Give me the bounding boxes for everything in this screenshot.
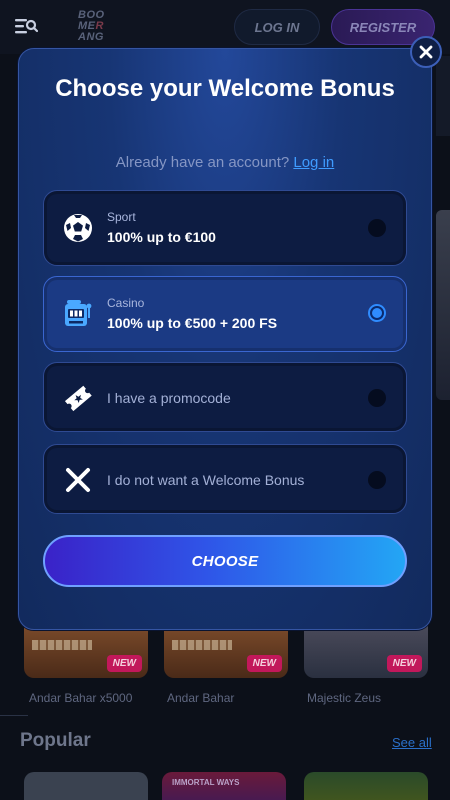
popular-game-card[interactable]: IMMORTAL WAYS	[162, 772, 286, 800]
popular-game-card[interactable]	[304, 772, 428, 800]
new-badge: NEW	[106, 655, 142, 672]
background-card-edge	[436, 210, 450, 400]
game-card-majestic-zeus[interactable]: NEW	[304, 626, 428, 678]
game-title: Andar Bahar	[167, 691, 235, 705]
game-card-andar-bahar-x5000[interactable]: NEW	[24, 626, 148, 678]
see-all-link[interactable]: See all	[392, 735, 432, 750]
new-badge: NEW	[246, 655, 282, 672]
radio-button[interactable]	[368, 389, 386, 407]
login-link[interactable]: Log in	[293, 154, 334, 171]
choose-button[interactable]: CHOOSE	[43, 535, 407, 587]
close-icon	[419, 45, 433, 59]
menu-search-icon[interactable]	[14, 15, 38, 37]
modal-title: Choose your Welcome Bonus	[55, 75, 395, 102]
game-title: Andar Bahar x5000	[29, 691, 133, 705]
game-thumbnail-title: IMMORTAL WAYS	[172, 778, 240, 787]
soccer-ball-icon	[64, 214, 92, 242]
bonus-option-casino[interactable]: Casino 100% up to €500 + 200 FS	[43, 276, 407, 352]
option-label: I do not want a Welcome Bonus	[107, 472, 305, 488]
option-offer: 100% up to €100	[107, 229, 216, 245]
close-button[interactable]	[410, 36, 442, 68]
game-thumbnail	[172, 640, 232, 650]
bonus-option-promocode[interactable]: I have a promocode	[43, 362, 407, 432]
bonus-option-no-bonus[interactable]: I do not want a Welcome Bonus	[43, 444, 407, 514]
new-badge: NEW	[386, 655, 422, 672]
option-category: Sport	[107, 210, 136, 224]
option-category: Casino	[107, 296, 145, 310]
radio-button[interactable]	[368, 471, 386, 489]
radio-button[interactable]	[368, 219, 386, 237]
brand-logo[interactable]: BOO MER ANG	[78, 10, 118, 43]
login-button[interactable]: LOG IN	[234, 9, 320, 45]
game-thumbnail	[32, 640, 92, 650]
slot-machine-icon	[65, 300, 92, 326]
option-offer: 100% up to €500 + 200 FS	[107, 315, 278, 331]
close-x-icon	[66, 468, 90, 492]
divider	[0, 715, 28, 716]
bonus-option-sport[interactable]: Sport 100% up to €100	[43, 190, 407, 266]
ticket-icon	[64, 385, 92, 412]
game-title: Majestic Zeus	[307, 691, 382, 705]
popular-game-card[interactable]	[24, 772, 148, 800]
section-title-popular: Popular	[20, 730, 91, 751]
top-bar: BOO MER ANG LOG IN REGISTER	[0, 0, 450, 54]
game-card-andar-bahar[interactable]: NEW	[164, 626, 288, 678]
account-prompt: Already have an account? Log in	[115, 154, 335, 171]
radio-button-selected[interactable]	[368, 304, 386, 322]
background-banner-edge	[436, 56, 450, 136]
option-label: I have a promocode	[107, 390, 231, 406]
